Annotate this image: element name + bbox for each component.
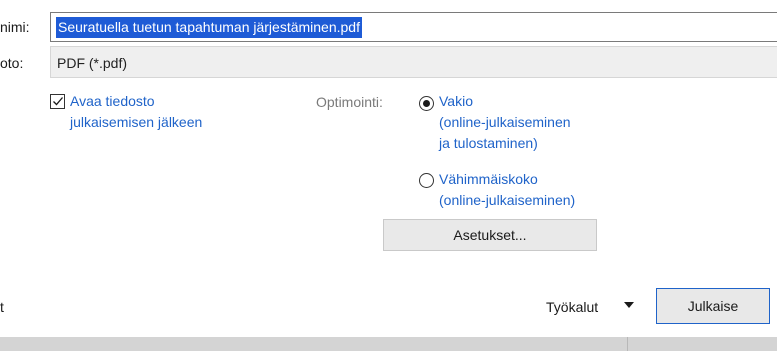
settings-button[interactable]: Asetukset... bbox=[383, 219, 597, 251]
optimize-standard-desc-line1: (online-julkaiseminen bbox=[439, 114, 571, 130]
caret-down-icon[interactable] bbox=[624, 302, 634, 309]
filetype-label: oto: bbox=[0, 55, 24, 71]
open-after-publish-label[interactable]: Avaa tiedosto julkaisemisen jälkeen bbox=[70, 91, 270, 133]
optimize-minimum-radio[interactable] bbox=[419, 173, 434, 188]
optimize-minimum-title: Vähimmäiskoko bbox=[439, 171, 538, 187]
footer-divider bbox=[627, 337, 628, 351]
open-after-publish-label-line2: julkaisemisen jälkeen bbox=[70, 114, 203, 130]
publish-button[interactable]: Julkaise bbox=[656, 288, 770, 324]
optimize-standard-label[interactable]: Vakio (online-julkaiseminen ja tulostami… bbox=[439, 91, 571, 154]
optimization-label: Optimointi: bbox=[316, 94, 383, 110]
bottom-left-text: t bbox=[0, 299, 4, 315]
optimize-minimum-desc-line1: (online-julkaiseminen) bbox=[439, 192, 576, 208]
filename-selected-text: Seuratuella tuetun tapahtuman järjestämi… bbox=[56, 17, 362, 38]
optimize-standard-radio[interactable] bbox=[419, 96, 434, 111]
open-after-publish-label-line1: Avaa tiedosto bbox=[70, 93, 155, 109]
filetype-select[interactable]: PDF (*.pdf) bbox=[50, 46, 777, 78]
tools-menu-label[interactable]: Työkalut bbox=[546, 297, 598, 317]
radio-selected-dot-icon bbox=[423, 100, 430, 107]
footer-bar bbox=[0, 337, 777, 351]
optimize-minimum-label[interactable]: Vähimmäiskoko (online-julkaiseminen) bbox=[439, 169, 575, 211]
filetype-value: PDF (*.pdf) bbox=[57, 55, 128, 71]
filename-input[interactable]: Seuratuella tuetun tapahtuman järjestämi… bbox=[50, 12, 777, 42]
optimize-standard-desc-line2: ja tulostaminen) bbox=[439, 135, 538, 151]
open-after-publish-checkbox[interactable] bbox=[50, 94, 65, 109]
checkmark-icon bbox=[53, 97, 63, 106]
optimize-standard-title: Vakio bbox=[439, 93, 473, 109]
filename-label: nimi: bbox=[0, 19, 30, 35]
